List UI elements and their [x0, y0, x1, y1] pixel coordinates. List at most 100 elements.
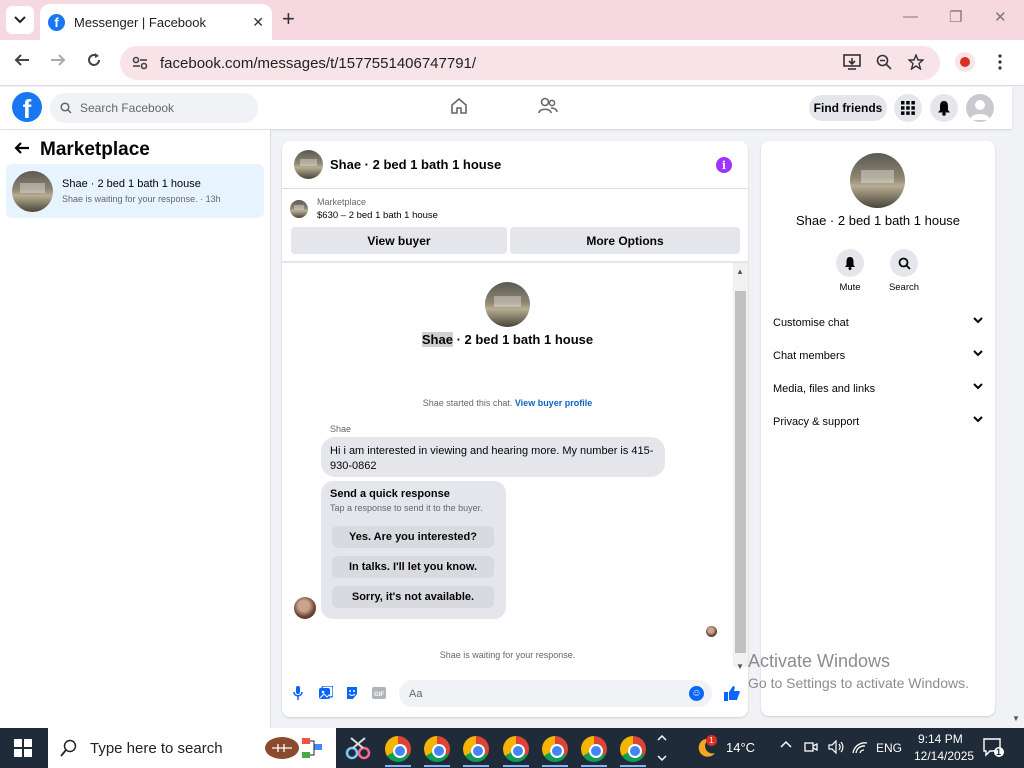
more-options-button[interactable]: More Options [510, 227, 740, 254]
chrome-app-icon[interactable] [424, 736, 450, 762]
read-receipt-avatar [706, 626, 717, 637]
clock-date[interactable]: 12/14/2025 [914, 749, 974, 763]
media-files-links-section[interactable]: Media, files and links [773, 383, 983, 395]
home-icon[interactable] [450, 97, 468, 120]
chrome-app-icon[interactable] [463, 736, 489, 762]
customise-chat-section[interactable]: Customise chat [773, 317, 983, 329]
search-label: Search [888, 282, 920, 293]
buyer-avatar [294, 597, 316, 619]
chat-header[interactable]: Shae · 2 bed 1 bath 1 house i [282, 141, 748, 189]
marketplace-header: Marketplace [14, 138, 150, 161]
chrome-app-icon[interactable] [620, 736, 646, 762]
weather-temperature[interactable]: 14°C [726, 740, 755, 755]
message-input[interactable]: Aa ☺ [399, 680, 712, 707]
gif-icon[interactable]: GIF [372, 686, 386, 703]
privacy-support-section[interactable]: Privacy & support [773, 416, 983, 428]
account-avatar[interactable] [966, 94, 994, 122]
address-bar[interactable]: facebook.com/messages/t/1577551406747791… [120, 46, 940, 80]
reload-icon[interactable] [86, 52, 102, 73]
chevron-down-icon [973, 416, 983, 423]
network-icon[interactable] [852, 740, 868, 757]
page-scroll-down-icon[interactable]: ▼ [1012, 714, 1020, 723]
back-icon[interactable] [14, 52, 30, 73]
info-icon[interactable]: i [716, 157, 732, 173]
notification-center-icon[interactable]: 1 [983, 738, 1005, 761]
quick-response-title: Send a quick response [330, 488, 450, 500]
window-close-icon[interactable]: ✕ [994, 8, 1007, 26]
browser-tab[interactable]: f Messenger | Facebook ✕ [40, 4, 272, 40]
tab-search-button[interactable] [6, 6, 34, 34]
view-buyer-profile-link[interactable]: View buyer profile [515, 398, 592, 408]
activate-windows-watermark: Activate Windows Go to Settings to activ… [748, 651, 969, 691]
search-in-chat-button[interactable]: Search [879, 249, 929, 293]
tab-close-icon[interactable]: ✕ [252, 14, 264, 31]
waiting-notice: Shae is waiting for your response. [439, 650, 576, 660]
address-toolbar: facebook.com/messages/t/1577551406747791… [0, 40, 1024, 86]
new-tab-button[interactable]: + [282, 8, 295, 30]
scroll-up-icon[interactable]: ▲ [736, 267, 744, 276]
chrome-app-icon[interactable] [542, 736, 568, 762]
zoom-icon[interactable] [876, 54, 892, 74]
browser-menu-icon[interactable] [998, 54, 1002, 74]
restore-icon[interactable]: ❐ [949, 8, 962, 26]
quick-response-in-talks-button[interactable]: In talks. I'll let you know. [332, 556, 494, 578]
site-settings-icon[interactable] [132, 56, 148, 70]
section-label: Media, files and links [773, 383, 876, 395]
thumbs-up-icon[interactable] [724, 685, 740, 704]
meet-now-icon[interactable] [804, 740, 818, 757]
profile-avatar-icon[interactable] [955, 52, 975, 72]
chat-center-avatar [485, 282, 530, 327]
facebook-search-input[interactable]: Search Facebook [50, 93, 258, 123]
active-app-indicator [503, 765, 529, 767]
friends-icon[interactable] [538, 97, 558, 120]
chat-scrollbar[interactable]: ▲ ▼ [733, 263, 748, 671]
scrollbar-thumb[interactable] [735, 291, 746, 653]
notifications-bell-icon[interactable] [930, 94, 958, 122]
highlighted-name: Shae [421, 332, 453, 347]
snipping-tool-icon[interactable] [345, 736, 371, 765]
bookmark-star-icon[interactable] [907, 53, 925, 74]
photo-icon[interactable] [319, 685, 334, 703]
quick-response-yes-button[interactable]: Yes. Are you interested? [332, 526, 494, 548]
find-friends-button[interactable]: Find friends [809, 95, 887, 121]
browser-tab-strip: f Messenger | Facebook ✕ + — ❐ ✕ [0, 0, 1024, 40]
listing-summary[interactable]: Marketplace $630 – 2 bed 1 bath 1 house [290, 197, 438, 221]
quick-response-not-available-button[interactable]: Sorry, it's not available. [332, 586, 494, 608]
sticker-icon[interactable] [345, 686, 359, 703]
volume-icon[interactable] [828, 739, 844, 757]
chevron-down-icon [973, 350, 983, 357]
windows-taskbar: Type here to search 1 14°C ENG 9:14 PM 1… [0, 728, 1024, 768]
install-app-icon[interactable] [843, 54, 861, 74]
mute-button[interactable]: Mute [825, 249, 875, 293]
watermark-line-2: Go to Settings to activate Windows. [748, 675, 969, 691]
microphone-icon[interactable] [293, 686, 303, 703]
facebook-favicon-icon: f [48, 13, 65, 31]
taskbar-overflow-icon[interactable] [656, 732, 668, 768]
menu-grid-icon[interactable] [894, 94, 922, 122]
language-indicator[interactable]: ENG [876, 741, 902, 755]
chevron-down-icon [973, 317, 983, 324]
facebook-header: f Search Facebook Find friends [0, 87, 1012, 129]
minimize-icon[interactable]: — [903, 8, 918, 25]
forward-icon[interactable] [50, 52, 66, 73]
windows-start-icon[interactable] [14, 739, 32, 757]
conversation-list-item[interactable]: Shae · 2 bed 1 bath 1 house Shae is wait… [6, 164, 264, 218]
emoji-icon[interactable]: ☺ [689, 686, 704, 701]
chrome-app-icon[interactable] [503, 736, 529, 762]
facebook-logo-icon[interactable]: f [12, 92, 42, 122]
back-arrow-icon[interactable] [14, 138, 30, 161]
tray-expand-icon[interactable] [780, 738, 792, 752]
view-buyer-button[interactable]: View buyer [291, 227, 507, 254]
chrome-app-icon[interactable] [385, 736, 411, 762]
active-app-indicator [620, 765, 646, 767]
scroll-down-icon[interactable]: ▼ [736, 662, 744, 671]
chat-members-section[interactable]: Chat members [773, 350, 983, 362]
taskbar-search-input[interactable]: Type here to search [48, 728, 336, 768]
listing-detail: $630 – 2 bed 1 bath 1 house [317, 210, 438, 221]
chrome-app-icon[interactable] [581, 736, 607, 762]
active-app-indicator [385, 765, 411, 767]
weather-icon[interactable]: 1 [694, 735, 718, 765]
incoming-message-bubble: Hi i am interested in viewing and hearin… [321, 437, 665, 477]
clock-time[interactable]: 9:14 PM [918, 732, 963, 746]
chat-title: Shae · 2 bed 1 bath 1 house [330, 157, 502, 172]
